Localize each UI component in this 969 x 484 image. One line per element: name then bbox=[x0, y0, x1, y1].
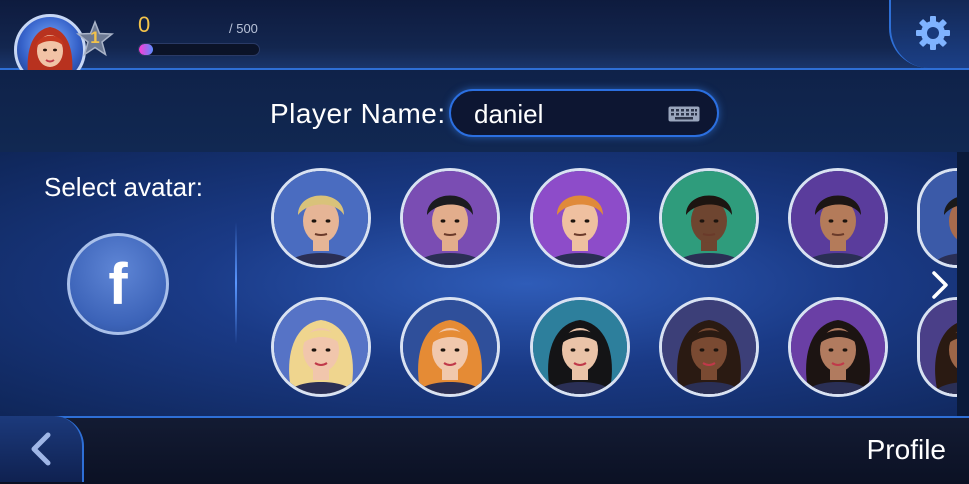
facebook-icon: f bbox=[108, 251, 128, 317]
player-name-label: Player Name: bbox=[270, 98, 446, 129]
avatar-option-blonde-woman[interactable] bbox=[271, 297, 371, 397]
xp-current: 0 bbox=[138, 12, 151, 37]
avatar-option-blond-man[interactable] bbox=[271, 168, 371, 268]
xp-progress-bar bbox=[138, 43, 260, 56]
avatar-option-tan-man[interactable] bbox=[788, 168, 888, 268]
xp-progress-fill bbox=[139, 44, 154, 55]
gear-icon bbox=[916, 16, 950, 50]
select-avatar-label: Select avatar: bbox=[44, 172, 203, 202]
player-name-value: daniel bbox=[474, 99, 544, 129]
bottom-bar bbox=[0, 416, 969, 484]
xp-max: / 500 bbox=[229, 21, 258, 36]
facebook-avatar-button[interactable]: f bbox=[67, 233, 169, 335]
avatar-option-curly-woman[interactable] bbox=[659, 297, 759, 397]
screen-title: Profile bbox=[866, 434, 946, 465]
chevron-left-icon bbox=[31, 432, 51, 466]
panel-divider bbox=[235, 222, 237, 344]
keyboard-icon[interactable] bbox=[668, 106, 700, 127]
chevron-right-icon bbox=[932, 271, 948, 299]
avatar-option-ginger-man[interactable] bbox=[530, 168, 630, 268]
avatar-option-redhead-woman[interactable] bbox=[400, 297, 500, 397]
player-name-field[interactable]: daniel bbox=[449, 89, 719, 137]
settings-button[interactable] bbox=[912, 12, 954, 54]
avatar-option-brunette-woman[interactable] bbox=[788, 297, 888, 397]
avatar-option-dark-haired-man[interactable] bbox=[400, 168, 500, 268]
avatar-option-black-bob-woman[interactable] bbox=[530, 297, 630, 397]
next-page-button[interactable] bbox=[928, 268, 952, 302]
level-number: 1 bbox=[90, 28, 100, 47]
back-button[interactable] bbox=[0, 416, 84, 482]
avatar-option-bearded-man[interactable] bbox=[659, 168, 759, 268]
level-badge: 1 bbox=[75, 19, 115, 58]
